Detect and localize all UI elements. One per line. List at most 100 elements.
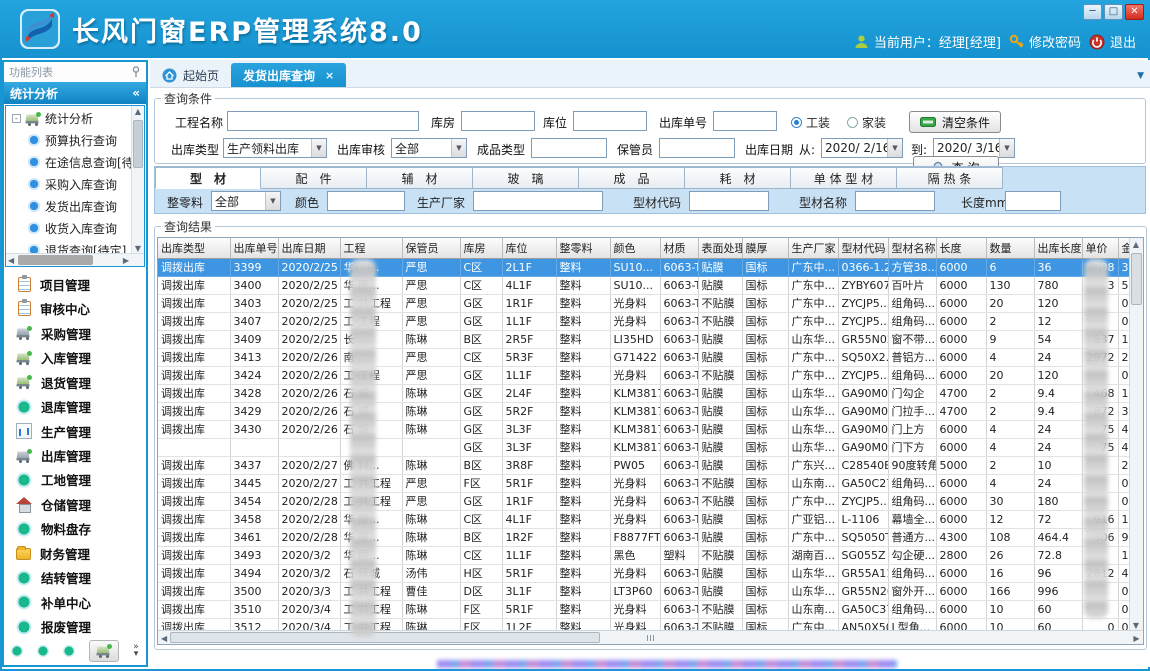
column-header[interactable]: 数量	[986, 238, 1034, 258]
sidebar-menu-采购管理[interactable]: 采购管理	[4, 321, 146, 345]
product-type-input[interactable]	[531, 138, 607, 158]
scroll-thumb[interactable]	[18, 255, 93, 265]
table-row[interactable]: 调拨出库35002020/3/3工 共工程曹佳D区3L1F整料LT3P60606…	[158, 582, 1142, 600]
clear-conditions-button[interactable]: 清空条件	[909, 111, 1001, 133]
sidebar-menu-结转管理[interactable]: 结转管理	[4, 566, 146, 590]
tree-horizontal-scrollbar[interactable]: ◀ ▶	[6, 253, 144, 266]
table-row[interactable]: 调拨出库34932020/3/2华 原...陈琳C区1L1F整料黑色塑料不贴膜国…	[158, 546, 1142, 564]
sidebar-menu-补单中心[interactable]: 补单中心	[4, 590, 146, 614]
scroll-right-icon[interactable]: ▶	[1133, 634, 1139, 643]
column-header[interactable]: 保管员	[402, 238, 460, 258]
tab-shipment-query[interactable]: 发货出库查询 ×	[231, 63, 346, 87]
column-header[interactable]: 库位	[502, 238, 556, 258]
tree-item-3[interactable]: 发货出库查询	[6, 195, 144, 217]
close-tab-icon[interactable]: ×	[325, 69, 334, 82]
column-header[interactable]: 出库日期	[278, 238, 340, 258]
column-header[interactable]: 出库类型	[158, 238, 230, 258]
table-row[interactable]: 调拨出库34582020/2/28华 原...陈琳C区4L1F整料光身料6063…	[158, 510, 1142, 528]
sidebar-menu-项目管理[interactable]: 项目管理	[4, 272, 146, 296]
factory-input[interactable]	[473, 191, 603, 211]
table-row[interactable]: 调拨出库33992020/2/25华 原...严思C区2L1F整料SU10...…	[158, 258, 1142, 276]
location-input[interactable]	[573, 111, 647, 131]
table-row[interactable]: 调拨出库35102020/3/4工 共工程陈琳F区5R1F整料光身料6063-T…	[158, 600, 1142, 618]
grid-horizontal-scrollbar[interactable]: ◀ ▶	[158, 630, 1143, 644]
tree-item-0[interactable]: 预算执行查询	[6, 129, 144, 151]
table-row[interactable]: 调拨出库34302020/2/26石 城陈琳G区3L3F整料KLM3817606…	[158, 420, 1142, 438]
tree-item-4[interactable]: 收货入库查询	[6, 217, 144, 239]
table-row[interactable]: 调拨出库34282020/2/26石 城陈琳G区2L4F整料KLM3817606…	[158, 384, 1142, 402]
keeper-input[interactable]	[659, 138, 735, 158]
date-from-picker[interactable]: 2020/ 2/16▼	[821, 138, 903, 158]
column-header[interactable]: 表面处理	[698, 238, 742, 258]
change-password-button[interactable]: 修改密码	[1009, 32, 1081, 51]
scroll-down-icon[interactable]: ▼	[1130, 621, 1143, 630]
table-row[interactable]: 调拨出库34942020/3/2石 辉城汤伟H区5R1F整料光身料6063-T5…	[158, 564, 1142, 582]
table-row[interactable]: G区3L3F整料KLM38176063-T5贴膜国标山东华...GA90M09.…	[158, 438, 1142, 456]
column-header[interactable]: 生产厂家	[788, 238, 838, 258]
subtab-0[interactable]: 型 材	[155, 167, 261, 189]
radio-industrial[interactable]: 工装	[791, 114, 830, 131]
column-header[interactable]: 型材代码	[838, 238, 888, 258]
warehouse-input[interactable]	[461, 111, 535, 131]
collapse-icon[interactable]: «	[132, 86, 140, 100]
tree-expander-icon[interactable]: -	[12, 114, 21, 123]
scroll-thumb[interactable]	[133, 120, 143, 168]
column-header[interactable]: 出库单号	[230, 238, 278, 258]
scroll-left-icon[interactable]: ◀	[161, 634, 167, 643]
sidebar-menu-工地管理[interactable]: 工地管理	[4, 468, 146, 492]
scroll-thumb[interactable]	[170, 632, 600, 643]
profile-name-input[interactable]	[855, 191, 935, 211]
column-header[interactable]: 长度	[936, 238, 986, 258]
date-to-picker[interactable]: 2020/ 3/16▼	[933, 138, 1015, 158]
subtab-3[interactable]: 玻 璃	[473, 167, 579, 189]
sidebar-menu-物料盘存[interactable]: 物料盘存	[4, 517, 146, 541]
subtab-6[interactable]: 单 体 型 材	[791, 167, 897, 189]
sidebar-menu-退库管理[interactable]: 退库管理	[4, 394, 146, 418]
scroll-up-icon[interactable]: ▲	[132, 107, 144, 116]
overflow-chevron-icon[interactable]: »▾	[133, 644, 139, 658]
table-row[interactable]: 调拨出库34032020/2/25工 共工程严思G区1R1F整料光身料6063-…	[158, 294, 1142, 312]
column-header[interactable]: 型材名称	[888, 238, 936, 258]
table-row[interactable]: 调拨出库34612020/2/28华 原...陈琳B区1R2F整料F8877FT…	[158, 528, 1142, 546]
sidebar-menu-财务管理[interactable]: 财务管理	[4, 541, 146, 565]
stats-section-header[interactable]: 统计分析 «	[4, 82, 146, 104]
column-header[interactable]: 整零料	[556, 238, 610, 258]
sidebar-menu-生产管理[interactable]: 生产管理	[4, 419, 146, 443]
table-row[interactable]: 调拨出库34072020/2/25工 工程严思G区1L1F整料光身料6063-T…	[158, 312, 1142, 330]
scroll-thumb[interactable]	[1131, 253, 1142, 305]
tab-overflow-button[interactable]: ▼	[1137, 71, 1144, 81]
tree-vertical-scrollbar[interactable]: ▲ ▼	[131, 106, 144, 254]
column-header[interactable]: 膜厚	[742, 238, 788, 258]
table-row[interactable]: 调拨出库34292020/2/26石 城陈琳G区5R2F整料KLM3817606…	[158, 402, 1142, 420]
table-row[interactable]: 调拨出库34242020/2/26工 工程严思G区1L1F整料光身料6063-T…	[158, 366, 1142, 384]
outbound-type-select[interactable]: 生产领料出库▼	[223, 138, 327, 158]
table-row[interactable]: 调拨出库34452020/2/27工 共工程严思F区5R1F整料光身料6063-…	[158, 474, 1142, 492]
maximize-button[interactable]: □	[1104, 4, 1123, 20]
order-no-input[interactable]	[713, 111, 777, 131]
grid-vertical-scrollbar[interactable]: ▲ ▼	[1129, 238, 1143, 632]
audit-select[interactable]: 全部▼	[391, 138, 467, 158]
tree-root-node[interactable]: - 统计分析	[6, 106, 144, 129]
sidebar-menu-出库管理[interactable]: 出库管理	[4, 443, 146, 467]
column-header[interactable]: 工程	[340, 238, 402, 258]
cart-shortcut-button[interactable]	[89, 640, 119, 662]
subtab-1[interactable]: 配 件	[261, 167, 367, 189]
group-select[interactable]: 全部▼	[211, 191, 281, 211]
table-row[interactable]: 调拨出库34002020/2/25华 原...严思C区4L1F整料SU10...…	[158, 276, 1142, 294]
radio-home[interactable]: 家装	[847, 114, 886, 131]
tab-home[interactable]: 起始页	[150, 63, 231, 87]
sidebar-menu-仓储管理[interactable]: 仓储管理	[4, 492, 146, 516]
sidebar-menu-入库管理[interactable]: 入库管理	[4, 345, 146, 369]
scroll-up-icon[interactable]: ▲	[1130, 240, 1143, 249]
dot-icon[interactable]	[63, 645, 75, 657]
sidebar-menu-审核中心[interactable]: 审核中心	[4, 296, 146, 320]
sidebar-menu-退货管理[interactable]: 退货管理	[4, 370, 146, 394]
subtab-7[interactable]: 隔 热 条	[897, 167, 1003, 189]
close-button[interactable]: ✕	[1125, 4, 1144, 20]
table-row[interactable]: 调拨出库34542020/2/28工 共工程严思G区1R1F整料光身料6063-…	[158, 492, 1142, 510]
column-header[interactable]: 材质	[660, 238, 698, 258]
minimize-button[interactable]: ─	[1083, 4, 1102, 20]
column-header[interactable]: 库房	[460, 238, 502, 258]
pin-icon[interactable]	[131, 66, 141, 78]
length-input[interactable]	[1005, 191, 1061, 211]
